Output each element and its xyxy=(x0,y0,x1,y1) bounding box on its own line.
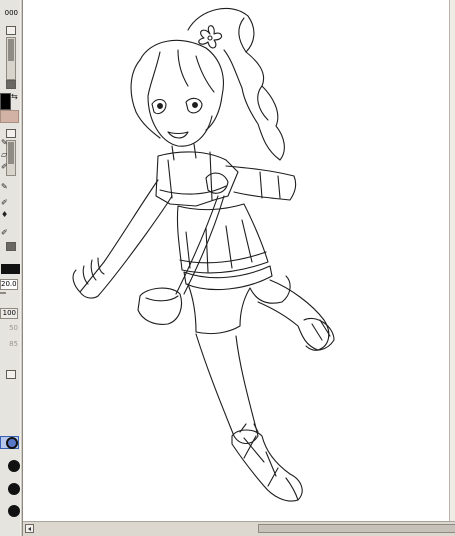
scrollbar-grip[interactable] xyxy=(8,39,14,61)
brush-icon-2[interactable]: ✐ xyxy=(1,198,15,208)
bag-strap xyxy=(175,195,219,295)
left-hand xyxy=(72,257,105,293)
hair xyxy=(139,39,224,131)
secondary-color-swatch[interactable] xyxy=(0,110,19,123)
scroll-up-button-2[interactable] xyxy=(6,129,16,138)
pen-icon-2[interactable]: ✎ xyxy=(1,182,15,192)
brush-tip-dot-selected[interactable] xyxy=(6,437,18,449)
value-a-field[interactable]: 50 xyxy=(0,324,19,333)
brush-size-field[interactable]: 20.0 xyxy=(0,279,18,290)
eraser-icon[interactable]: ▱ xyxy=(1,150,15,160)
tool-panel: 000 ⇆ ✎ ▱ ✐ ✎ ✐ ♦ ✐ 20.0 100 50 85 xyxy=(0,0,21,536)
scroll-down-button[interactable] xyxy=(6,80,16,89)
scroll-down-button-2[interactable] xyxy=(6,242,16,251)
mouth xyxy=(167,131,189,139)
front-leg xyxy=(195,333,259,445)
brush-size-top-value: 000 xyxy=(4,9,18,17)
scroll-up-button-3[interactable] xyxy=(6,370,16,379)
scroll-up-button[interactable] xyxy=(6,26,16,35)
water-icon[interactable]: ♦ xyxy=(1,210,15,220)
right-edge-panel xyxy=(449,0,455,521)
value-b-field[interactable]: 85 xyxy=(0,340,19,349)
tool-list-scrollbar[interactable] xyxy=(6,37,16,80)
brush-tip-dot[interactable] xyxy=(8,505,20,517)
back-leg xyxy=(257,279,330,351)
front-boot xyxy=(231,429,303,502)
brush-icon-3[interactable]: ✐ xyxy=(1,228,15,238)
bag xyxy=(137,287,183,325)
drawing-canvas[interactable] xyxy=(23,0,455,521)
horizontal-scroll-thumb[interactable] xyxy=(258,524,455,533)
size-unit-field[interactable] xyxy=(0,292,6,294)
brush-tip-dot[interactable] xyxy=(8,460,20,472)
scroll-left-icon[interactable] xyxy=(25,524,34,533)
hair-clip xyxy=(198,25,223,49)
ponytail xyxy=(187,7,285,161)
density-field[interactable]: 100 xyxy=(0,308,18,319)
line-art-drawing xyxy=(72,7,335,502)
pen-icon[interactable]: ✎ xyxy=(1,138,15,148)
brush-icon[interactable]: ✐ xyxy=(1,162,15,172)
shorts xyxy=(187,275,291,335)
horizontal-scrollbar[interactable] xyxy=(23,521,455,536)
brush-tip-dot[interactable] xyxy=(8,483,20,495)
foreground-color-swatch[interactable] xyxy=(0,93,11,110)
brush-shape-round-button[interactable] xyxy=(10,264,20,274)
swap-colors-icon[interactable]: ⇆ xyxy=(11,92,19,102)
